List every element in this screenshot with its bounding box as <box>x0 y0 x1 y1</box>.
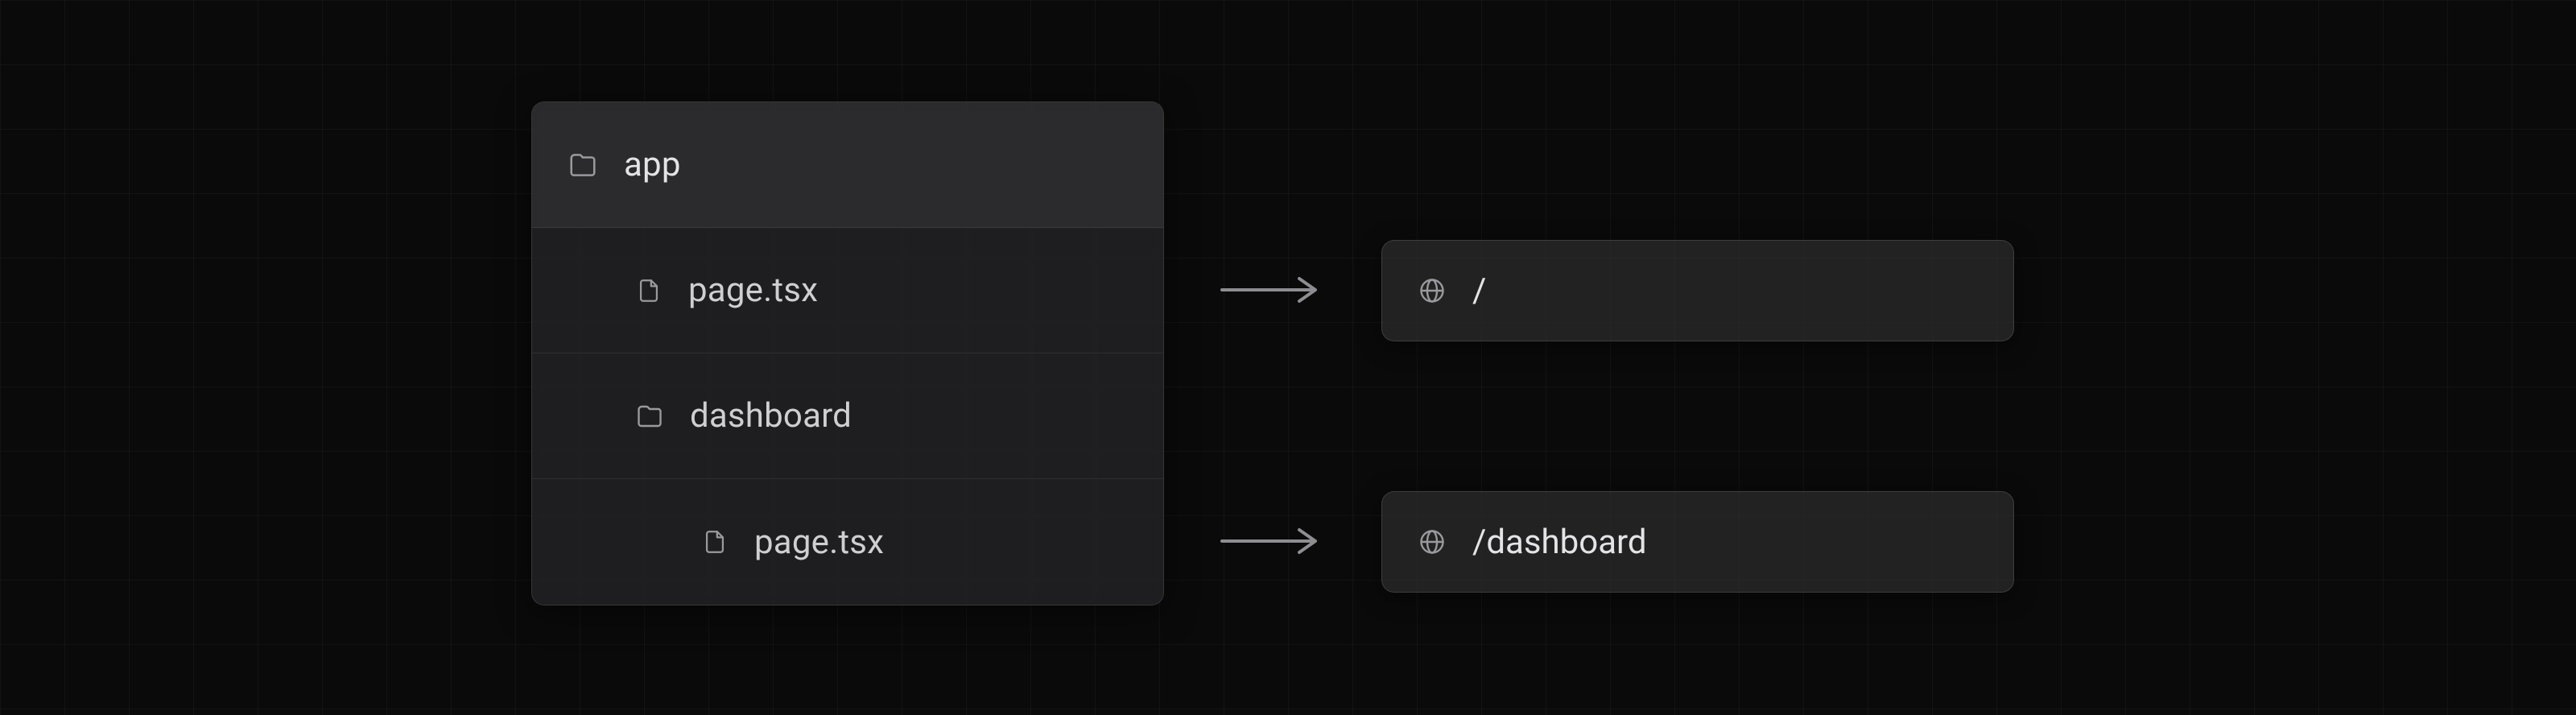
folder-icon <box>635 402 664 431</box>
arrow-icon <box>1216 274 1328 306</box>
tree-item-label: page.tsx <box>754 523 884 562</box>
tree-row: page.tsx <box>532 228 1163 353</box>
route-path: /dashboard <box>1472 523 1647 562</box>
tree-row: dashboard <box>532 353 1163 479</box>
folder-icon <box>568 150 598 180</box>
arrow-icon <box>1216 525 1328 557</box>
file-tree-panel: app page.tsx dashboard <box>531 101 1164 605</box>
route-path: / <box>1472 271 1486 311</box>
diagram-canvas: app page.tsx dashboard <box>0 0 2576 715</box>
file-icon <box>635 277 663 304</box>
tree-row-root: app <box>532 102 1163 228</box>
file-icon <box>701 528 729 556</box>
tree-row: page.tsx <box>532 479 1163 605</box>
tree-item-label: dashboard <box>690 396 852 436</box>
route-pill: / <box>1381 240 2014 341</box>
tree-item-label: page.tsx <box>688 271 818 310</box>
globe-icon <box>1418 527 1447 556</box>
tree-root-label: app <box>624 145 681 184</box>
globe-icon <box>1418 276 1447 305</box>
route-pill: /dashboard <box>1381 491 2014 593</box>
